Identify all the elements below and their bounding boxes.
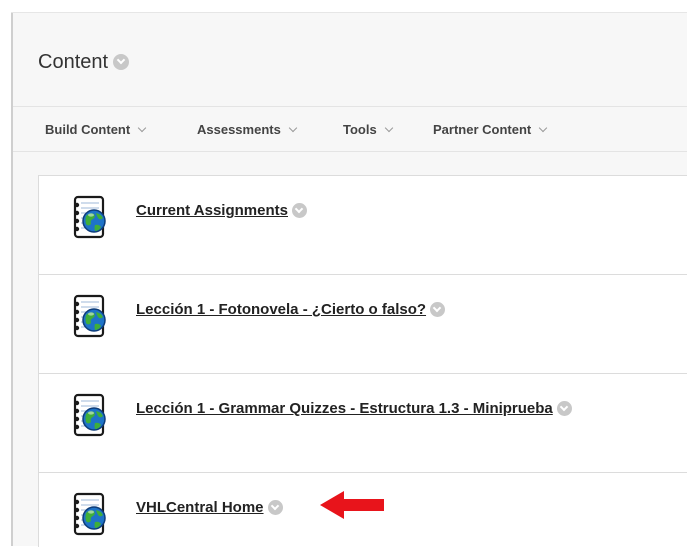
chevron-down-icon xyxy=(288,123,298,132)
list-item: Current Assignments xyxy=(39,176,687,275)
web-link-notebook-globe-icon xyxy=(72,491,108,537)
chevron-down-icon[interactable] xyxy=(291,203,307,218)
page-title[interactable]: Content xyxy=(38,50,130,74)
web-link-notebook-globe-icon xyxy=(72,392,108,438)
build-content-label: Build Content xyxy=(45,122,131,137)
chevron-down-icon[interactable] xyxy=(556,401,572,416)
chevron-down-icon xyxy=(137,123,147,132)
content-item-link[interactable]: VHLCentral Home xyxy=(136,499,283,516)
chevron-down-icon xyxy=(538,123,548,132)
list-item: Lección 1 - Fotonovela - ¿Cierto o falso… xyxy=(39,275,687,374)
chevron-down-icon xyxy=(384,123,393,132)
tools-label: Tools xyxy=(343,122,377,137)
content-item-title: Lección 1 - Grammar Quizzes - Estructura… xyxy=(136,400,553,417)
web-link-notebook-globe-icon xyxy=(72,194,108,240)
content-item-title: VHLCentral Home xyxy=(136,499,264,516)
content-item-link[interactable]: Current Assignments xyxy=(136,202,307,219)
content-header: Content xyxy=(13,13,687,107)
content-panel: Content Build Content Assessments Tools … xyxy=(13,13,687,547)
content-item-link[interactable]: Lección 1 - Grammar Quizzes - Estructura… xyxy=(136,400,572,417)
assessments-label: Assessments xyxy=(197,122,281,137)
list-item: Lección 1 - Grammar Quizzes - Estructura… xyxy=(39,374,687,473)
tools-menu[interactable]: Tools xyxy=(343,122,393,137)
build-content-menu[interactable]: Build Content xyxy=(45,122,147,137)
content-item-link[interactable]: Lección 1 - Fotonovela - ¿Cierto o falso… xyxy=(136,301,446,318)
content-item-title: Lección 1 - Fotonovela - ¿Cierto o falso… xyxy=(136,301,427,318)
red-arrow-left-icon xyxy=(320,491,384,519)
chevron-down-icon[interactable] xyxy=(113,54,130,70)
web-link-notebook-globe-icon xyxy=(72,293,108,339)
partner-content-label: Partner Content xyxy=(433,122,532,137)
partner-content-menu[interactable]: Partner Content xyxy=(433,122,548,137)
content-item-title: Current Assignments xyxy=(136,202,288,219)
chevron-down-icon[interactable] xyxy=(267,500,283,515)
page-title-text: Content xyxy=(38,51,109,73)
chevron-down-icon[interactable] xyxy=(430,302,446,317)
action-toolbar: Build Content Assessments Tools Partner … xyxy=(13,107,687,152)
assessments-menu[interactable]: Assessments xyxy=(197,122,298,137)
